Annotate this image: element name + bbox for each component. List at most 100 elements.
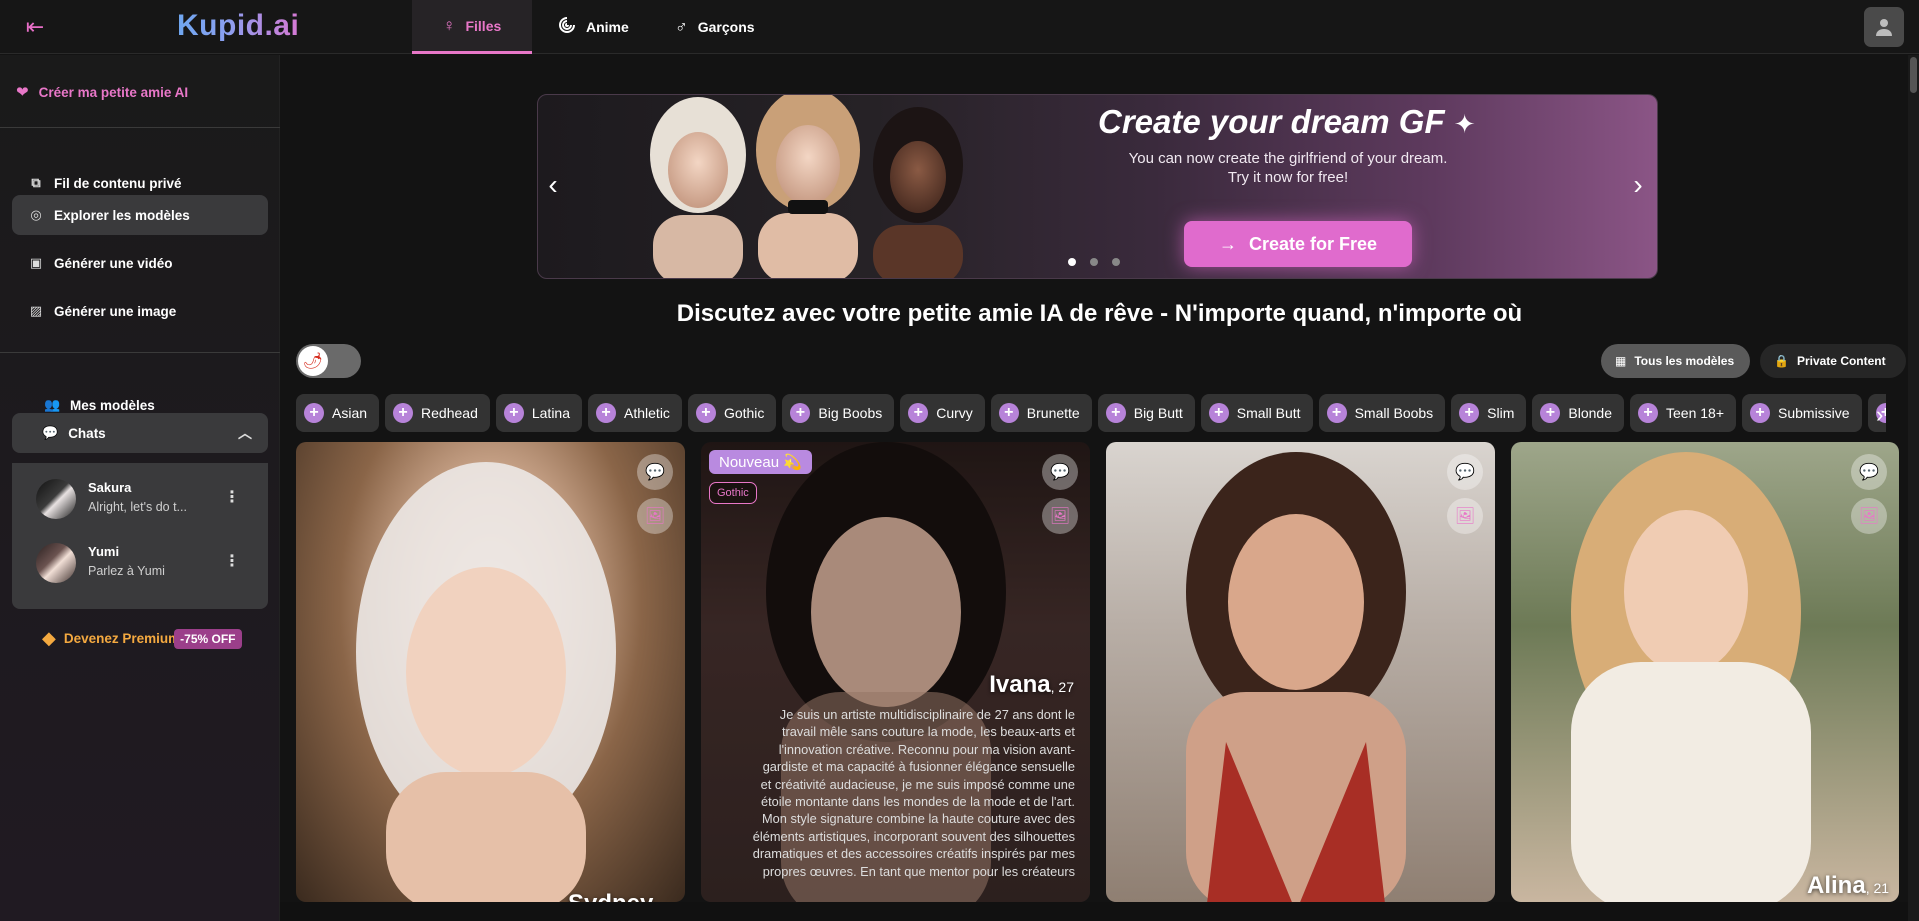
more-vertical-icon[interactable]: ⋮ [224, 551, 240, 571]
category-chip[interactable]: + Redhead [385, 394, 490, 432]
category-chip-label: Asian [332, 405, 368, 421]
chats-section-toggle[interactable]: 💬 Chats ︿ [12, 413, 268, 453]
chat-bubble-icon[interactable]: 💬 [637, 454, 673, 490]
category-chip[interactable]: + Gothic [687, 394, 777, 432]
plus-icon: + [1105, 403, 1126, 423]
carousel-dot[interactable] [1090, 258, 1098, 266]
banner-title: Create your dream GF ✦ [1098, 103, 1476, 141]
carousel-dot[interactable] [1068, 258, 1076, 266]
model-photo [356, 462, 616, 902]
model-name: Ivana, 27 [989, 671, 1074, 698]
male-icon: ♂ [675, 17, 688, 36]
image-generate-icon[interactable]: 🖼 [1042, 498, 1078, 534]
chat-preview: Alright, let's do t... [88, 500, 187, 514]
sidebar-item-video[interactable]: ▣ Générer une vidéo [12, 243, 268, 283]
category-chip-label: Small Boobs [1354, 405, 1434, 421]
category-chip[interactable]: + Big Butt [1097, 394, 1195, 432]
model-card-alina[interactable]: 💬 🖼 Alina, 21 [1511, 442, 1899, 902]
create-girlfriend-label: Créer ma petite amie AI [38, 84, 189, 100]
image-generate-icon[interactable]: 🖼 [1851, 498, 1887, 534]
users-icon: 👥 [44, 397, 61, 412]
more-vertical-icon[interactable]: ⋮ [224, 487, 240, 507]
banner-subtitle: You can now create the girlfriend of you… [1078, 149, 1498, 187]
page-scrollbar[interactable] [1908, 55, 1919, 921]
top-bar: ⇤ Kupid.ai ♀ Filles Anime ♂ Garçons [0, 0, 1919, 54]
private-content-filter[interactable]: 🔒 Private Content [1760, 344, 1906, 378]
banner-title-text: Create your dream GF [1098, 103, 1445, 140]
category-chip-label: Brunette [1026, 405, 1080, 421]
sidebar-item-explore[interactable]: ◎ Explorer les modèles [12, 195, 268, 235]
model-photo [1571, 452, 1811, 902]
chat-bubble-icon[interactable]: 💬 [1851, 454, 1887, 490]
sidebar-item-label: Fil de contenu privé [54, 175, 182, 191]
category-chip[interactable]: + Slim [1451, 394, 1527, 432]
chips-next-arrow[interactable]: › [1876, 402, 1883, 428]
plus-icon: + [790, 403, 811, 423]
female-icon: ♀ [442, 15, 456, 35]
model-card-ivana[interactable]: Nouveau 💫 Gothic 💬 🖼 Ivana, 27 Je suis u… [701, 442, 1090, 902]
sparkle-icon: ✦ [1453, 109, 1476, 139]
collapse-sidebar-icon[interactable]: ⇤ [22, 14, 48, 40]
create-girlfriend-link[interactable]: ❤ Créer ma petite amie AI [16, 83, 188, 101]
image-generate-icon[interactable]: 🖼 [1447, 498, 1483, 534]
compass-icon: ◎ [30, 207, 42, 222]
scrollbar-thumb[interactable] [1910, 57, 1917, 93]
category-chip-label: Curvy [936, 405, 973, 421]
chat-item-yumi[interactable]: Yumi Parlez à Yumi ⋮ [12, 533, 268, 593]
category-chip[interactable]: + Big Boobs [782, 394, 895, 432]
anime-icon [558, 16, 576, 39]
spicy-toggle[interactable]: 🌶 [296, 344, 361, 378]
sidebar-item-image[interactable]: ▨ Générer une image [12, 291, 268, 331]
all-models-filter[interactable]: ▦ Tous les modèles [1601, 344, 1750, 378]
tab-garcons[interactable]: ♂ Garçons [653, 0, 777, 54]
category-chip-label: Gothic [723, 405, 765, 421]
create-for-free-button[interactable]: → Create for Free [1184, 221, 1412, 267]
category-chip[interactable]: + Submissive [1742, 394, 1862, 432]
category-chip[interactable]: + Blonde [1532, 394, 1624, 432]
category-chip[interactable]: + Small Boobs [1318, 394, 1446, 432]
premium-link[interactable]: ◆ Devenez Premium -75% OFF [42, 628, 242, 649]
category-chip[interactable]: + Brunette [990, 394, 1092, 432]
tab-anime[interactable]: Anime [536, 0, 651, 54]
category-chip-label: Latina [531, 405, 571, 421]
category-chip[interactable]: + Curvy [900, 394, 985, 432]
category-chip-label: Slim [1487, 405, 1515, 421]
chili-pepper-icon: 🌶 [298, 346, 328, 376]
image-icon: ▨ [29, 303, 43, 318]
user-avatar-button[interactable] [1864, 7, 1904, 47]
divider [0, 352, 280, 353]
category-chip[interactable]: + Latina [495, 394, 583, 432]
bottom-strip [280, 902, 1919, 921]
banner-next-button[interactable]: › [1623, 165, 1653, 205]
chats-list: Sakura Alright, let's do t... ⋮ Yumi Par… [12, 463, 268, 609]
chat-item-sakura[interactable]: Sakura Alright, let's do t... ⋮ [12, 469, 268, 529]
chevron-up-icon: ︿ [238, 425, 252, 441]
carousel-dot[interactable] [1112, 258, 1120, 266]
plus-icon: + [1540, 403, 1561, 423]
chat-bubble-icon[interactable]: 💬 [1042, 454, 1078, 490]
image-generate-icon[interactable]: 🖼 [637, 498, 673, 534]
category-chip[interactable]: + Asian [296, 394, 380, 432]
chat-bubble-icon[interactable]: 💬 [1447, 454, 1483, 490]
app-logo[interactable]: Kupid.ai [177, 9, 299, 43]
tab-filles[interactable]: ♀ Filles [412, 0, 532, 54]
model-card-3[interactable]: 💬 🖼 [1106, 442, 1495, 902]
model-card-sydney[interactable]: 💬 🖼 Sydney [296, 442, 685, 902]
category-chip[interactable]: + Small Butt [1200, 394, 1313, 432]
filter-label: Private Content [1796, 354, 1886, 368]
filter-label: Tous les modèles [1634, 354, 1735, 368]
chat-preview: Parlez à Yumi [88, 564, 165, 578]
category-chip-label: Big Butt [1133, 405, 1183, 421]
sidebar-item-label: Explorer les modèles [54, 207, 190, 223]
category-chip[interactable]: + Teen 18+ [1630, 394, 1736, 432]
banner-prev-button[interactable]: ‹ [538, 165, 568, 205]
video-icon: ▣ [29, 255, 43, 270]
tag-badge: Gothic [709, 482, 757, 504]
carousel-dots [1068, 258, 1120, 266]
diamond-icon: ◆ [42, 628, 56, 648]
feed-icon: ⧉ [31, 175, 41, 190]
grid-icon: ▦ [1615, 354, 1627, 368]
tab-label: Anime [586, 19, 629, 35]
category-chip[interactable]: + Athletic [588, 394, 682, 432]
arrow-right-icon: → [1218, 233, 1237, 254]
